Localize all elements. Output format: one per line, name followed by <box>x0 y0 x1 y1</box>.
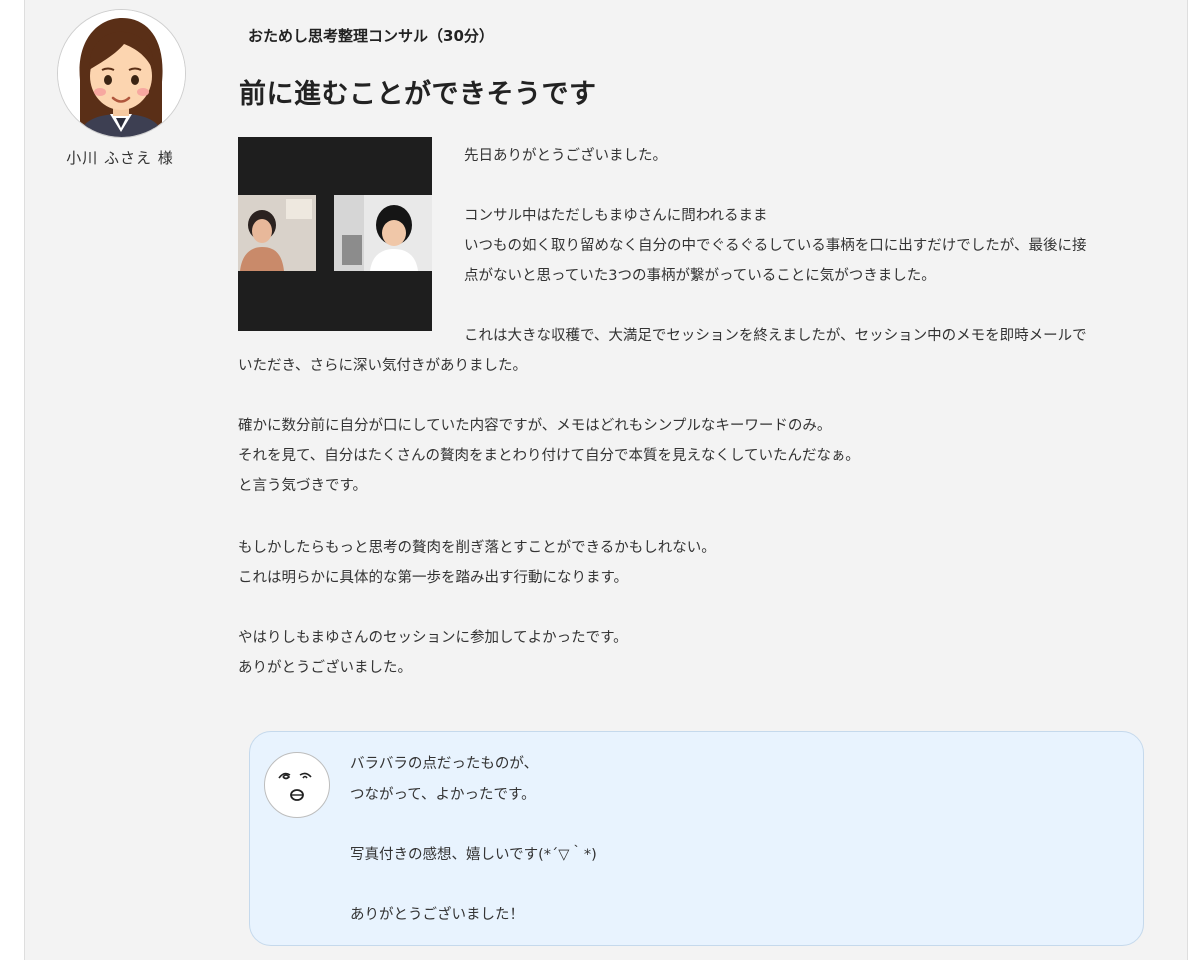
paragraph-line: もしかしたらもっと思考の贅肉を削ぎ落とすことができるかもしれない。 <box>238 540 716 556</box>
smile-face-icon <box>278 772 312 801</box>
reply-line: 写真付きの感想、嬉しいです(*´▽｀*) <box>350 847 597 863</box>
reply-avatar <box>264 752 330 818</box>
paragraph-line: いただき、さらに深い気付きがありました。 <box>238 358 527 374</box>
paragraph-line: 先日ありがとうございました。 <box>464 148 667 164</box>
paragraph-line: ありがとうございました。 <box>238 660 412 676</box>
paragraph-line: 確かに数分前に自分が口にしていた内容ですが、メモはどれもシンプルなキーワードのみ… <box>238 418 832 434</box>
paragraph-line: いつもの如く取り留めなく自分の中でぐるぐるしている事柄を口に出すだけでしたが、最… <box>464 238 1087 254</box>
paragraph-line: これは大きな収穫で、大満足でセッションを終えましたが、セッション中のメモを即時メ… <box>464 328 1087 344</box>
paragraph-line: これは明らかに具体的な第一歩を踏み出す行動になります。 <box>238 570 629 586</box>
paragraph-line: コンサル中はただしもまゆさんに問われるまま <box>464 208 768 224</box>
paragraph-line: 点がないと思っていた3つの事柄が繋がっていることに気がつきました。 <box>464 268 936 284</box>
reply-line: つながって、よかったです。 <box>350 787 536 803</box>
reply-line: ありがとうございました！ <box>350 907 524 923</box>
paragraph-line: と言う気づきです。 <box>238 478 368 494</box>
paragraph-line: やはりしもまゆさんのセッションに参加してよかったです。 <box>238 630 628 646</box>
paragraph-line: それを見て、自分はたくさんの贅肉をまとわり付けて自分で本質を見えなくしていたんだ… <box>238 448 860 464</box>
reply-line: バラバラの点だったものが、 <box>350 756 539 772</box>
